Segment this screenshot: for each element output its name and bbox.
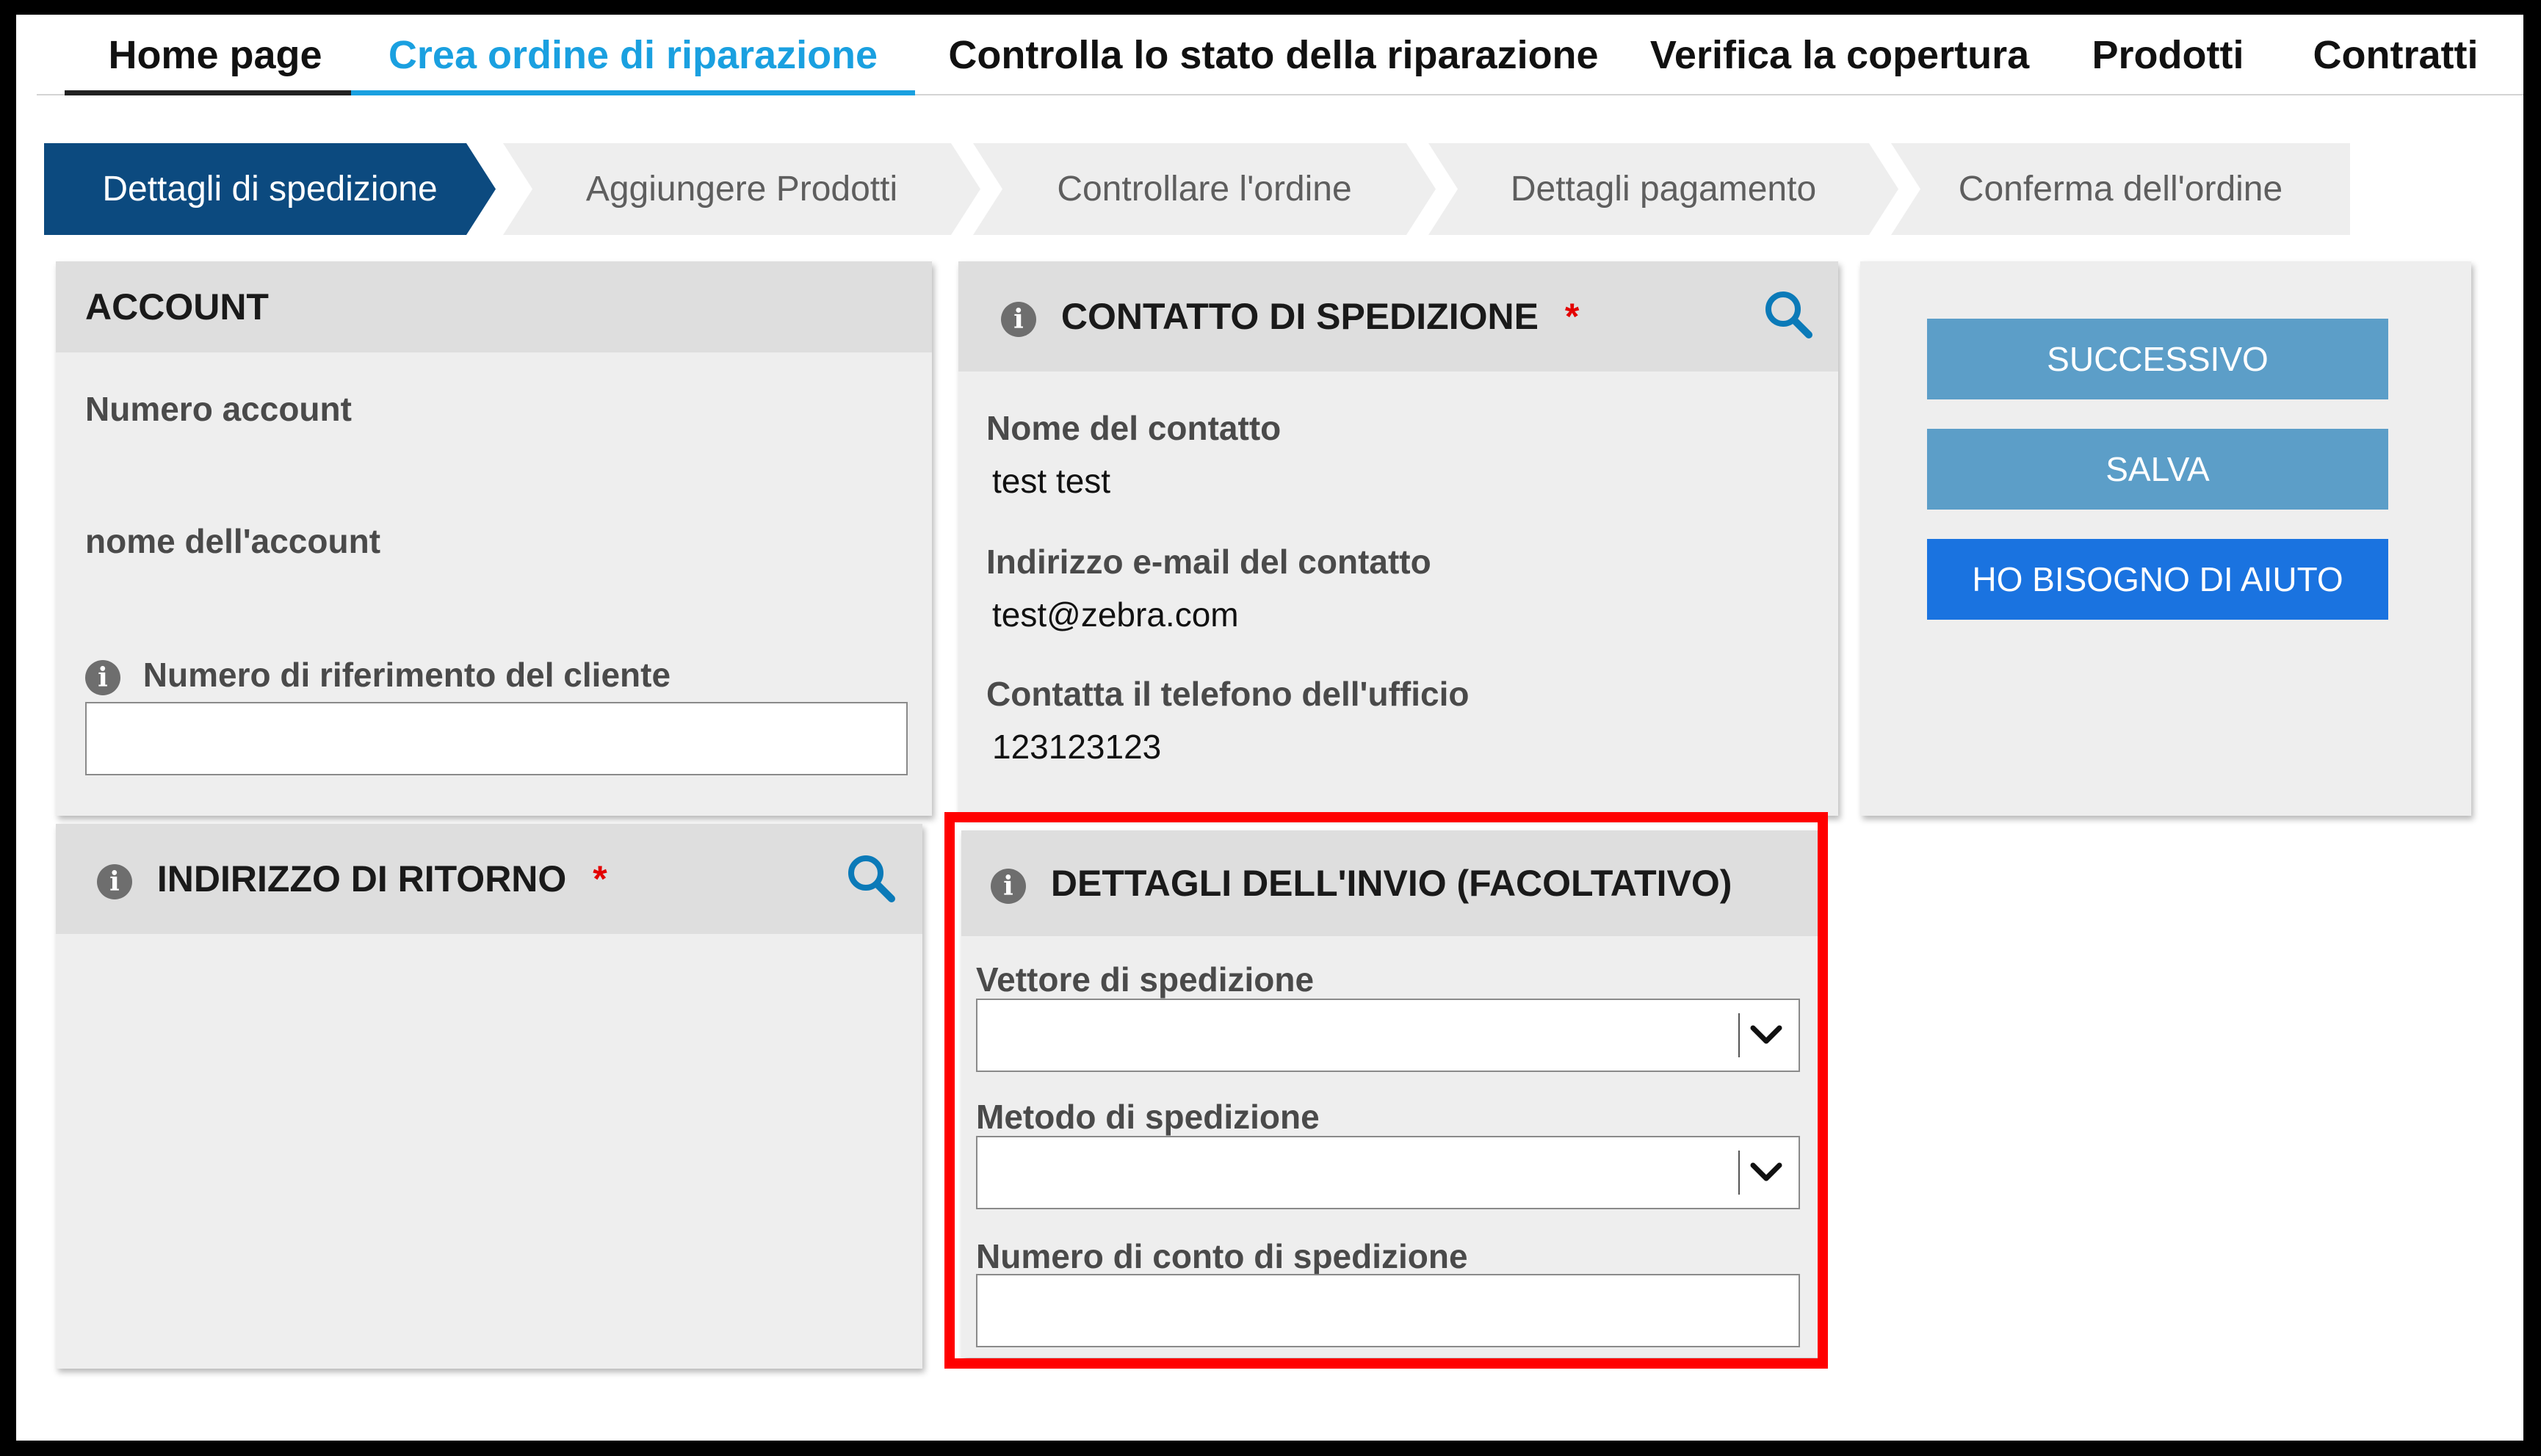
shipping-account-label: Numero di conto di spedizione	[976, 1237, 1468, 1275]
step-order-confirmation[interactable]: Conferma dell'ordine	[1891, 143, 2350, 235]
select-divider	[1738, 1013, 1740, 1057]
contact-email-value: test@zebra.com	[992, 595, 1239, 634]
shipping-account-input[interactable]	[976, 1274, 1800, 1347]
contact-name-value: test test	[992, 462, 1111, 500]
step-label: Aggiungere Prodotti	[585, 170, 898, 209]
method-label: Metodo di spedizione	[976, 1098, 1320, 1136]
customer-ref-label-row: i Numero di riferimento del cliente	[85, 655, 671, 695]
nav-tab-label: Controlla lo stato della riparazione	[948, 33, 1599, 77]
carrier-label: Vettore di spedizione	[976, 960, 1315, 999]
chevron-down-icon	[1750, 1162, 1782, 1181]
shipping-details-panel: i DETTAGLI DELL'INVIO (FACOLTATIVO) Vett…	[961, 830, 1818, 1358]
nav-tab-label: Home page	[108, 33, 322, 77]
account-panel: ACCOUNT Numero account nome dell'account…	[56, 261, 932, 816]
shipping-contact-title: CONTATTO DI SPEDIZIONE	[1060, 296, 1539, 337]
nav-tab-verify-coverage[interactable]: Verifica la copertura	[1638, 15, 2042, 95]
shipping-details-header: i DETTAGLI DELL'INVIO (FACOLTATIVO)	[961, 830, 1818, 936]
nav-tab-label: Prodotti	[2092, 33, 2244, 77]
contact-name-label: Nome del contatto	[986, 409, 1282, 447]
account-panel-header: ACCOUNT	[56, 261, 932, 352]
account-number-label: Numero account	[85, 390, 352, 428]
step-label: Controllare l'ordine	[1057, 170, 1352, 209]
nav-tab-label: Verifica la copertura	[1649, 33, 2030, 77]
required-marker: *	[1564, 296, 1580, 337]
return-address-header: i INDIRIZZO DI RITORNO *	[56, 824, 922, 934]
order-stepper: Dettagli di spedizione Aggiungere Prodot…	[44, 143, 2350, 235]
step-add-products[interactable]: Aggiungere Prodotti	[503, 143, 980, 235]
nav-tab-label: Crea ordine di riparazione	[388, 33, 878, 77]
return-address-panel: i INDIRIZZO DI RITORNO *	[56, 824, 922, 1369]
nav-tab-label: Contratti	[2313, 33, 2479, 77]
select-divider	[1738, 1151, 1740, 1195]
account-name-label: nome dell'account	[85, 522, 381, 560]
next-button[interactable]: SUCCESSIVO	[1927, 319, 2388, 399]
tab-underline	[351, 90, 915, 95]
contact-phone-value: 123123123	[992, 728, 1162, 766]
method-select[interactable]	[976, 1136, 1800, 1209]
nav-tab-create-repair-order[interactable]: Crea ordine di riparazione	[351, 15, 915, 95]
info-icon[interactable]: i	[97, 863, 132, 899]
shipping-contact-header: i CONTATTO DI SPEDIZIONE *	[958, 261, 1838, 372]
nav-tab-repair-status[interactable]: Controlla lo stato della riparazione	[931, 15, 1616, 95]
account-panel-title: ACCOUNT	[85, 286, 269, 327]
top-navigation: Home page Crea ordine di riparazione Con…	[16, 15, 2523, 95]
required-marker: *	[593, 858, 607, 899]
carrier-select[interactable]	[976, 999, 1800, 1072]
step-label: Dettagli pagamento	[1510, 170, 1817, 209]
step-shipping-details[interactable]: Dettagli di spedizione	[44, 143, 496, 235]
tab-underline	[65, 90, 366, 95]
nav-tab-products[interactable]: Prodotti	[2072, 15, 2263, 95]
step-label: Conferma dell'ordine	[1958, 170, 2283, 209]
nav-tab-home[interactable]: Home page	[65, 15, 366, 95]
chevron-down-icon	[1750, 1025, 1782, 1044]
customer-ref-input[interactable]	[85, 702, 908, 775]
shipping-contact-panel: i CONTATTO DI SPEDIZIONE * Nome del cont…	[958, 261, 1838, 816]
customer-ref-label: Numero di riferimento del cliente	[142, 656, 671, 694]
actions-panel: SUCCESSIVO SALVA HO BISOGNO DI AIUTO	[1860, 261, 2471, 816]
step-label: Dettagli di spedizione	[102, 170, 438, 209]
contact-phone-label: Contatta il telefono dell'ufficio	[986, 675, 1470, 713]
info-icon[interactable]: i	[85, 659, 120, 695]
step-review-order[interactable]: Controllare l'ordine	[973, 143, 1436, 235]
return-address-title: INDIRIZZO DI RITORNO	[156, 858, 567, 899]
nav-tab-contracts[interactable]: Contratti	[2293, 15, 2498, 95]
info-icon[interactable]: i	[1001, 301, 1036, 337]
step-payment-details[interactable]: Dettagli pagamento	[1428, 143, 1898, 235]
info-icon[interactable]: i	[991, 868, 1026, 904]
save-button[interactable]: SALVA	[1927, 429, 2388, 510]
page-frame: Home page Crea ordine di riparazione Con…	[16, 15, 2523, 1441]
search-icon[interactable]	[1762, 288, 1815, 341]
help-button[interactable]: HO BISOGNO DI AIUTO	[1927, 539, 2388, 620]
contact-email-label: Indirizzo e-mail del contatto	[986, 543, 1431, 581]
shipping-details-title: DETTAGLI DELL'INVIO (FACOLTATIVO)	[1050, 863, 1732, 904]
search-icon[interactable]	[845, 852, 897, 905]
